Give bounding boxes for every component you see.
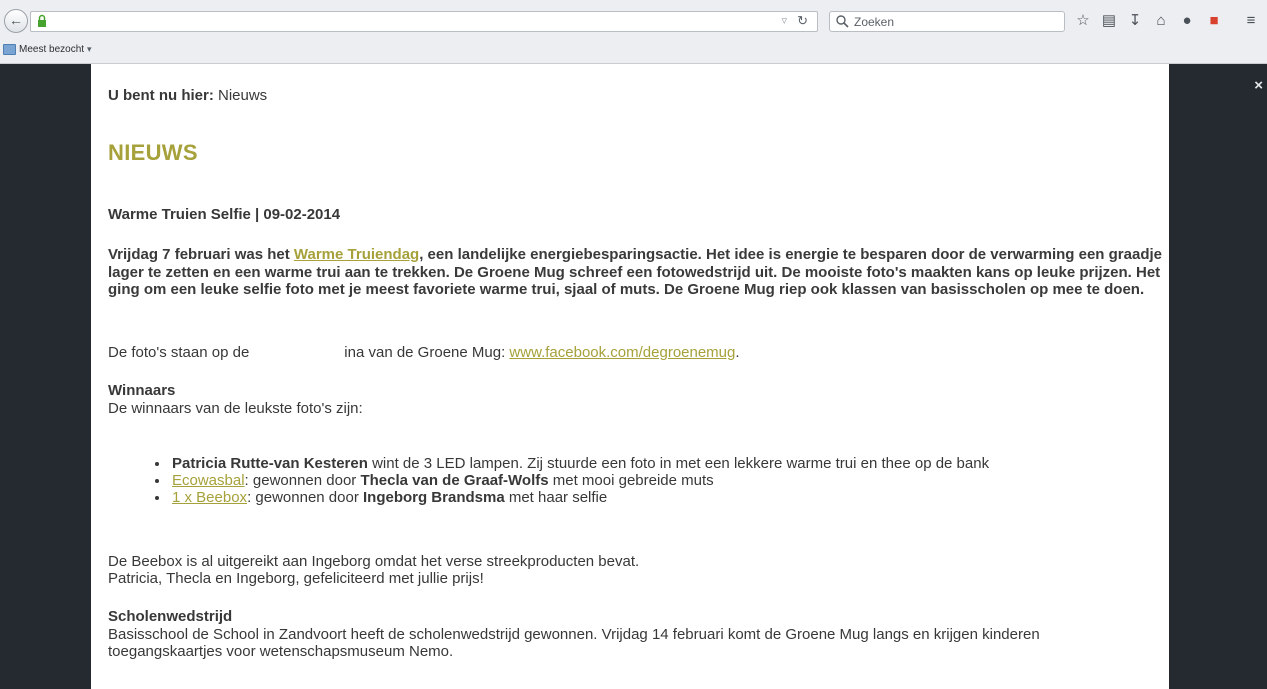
list-item: Ecowasbal: gewonnen door Thecla van de G… bbox=[154, 472, 989, 489]
url-dropdown-icon[interactable]: ▿ bbox=[781, 14, 787, 27]
winners-list: Patricia Rutte-van Kesteren wint de 3 LE… bbox=[154, 455, 989, 506]
home-icon[interactable]: ⌂ bbox=[1152, 12, 1170, 30]
lock-icon bbox=[38, 14, 46, 27]
search-icon bbox=[836, 15, 849, 28]
bookmark-star-icon[interactable]: ☆ bbox=[1074, 12, 1092, 30]
news-page: U bent nu hier: Nieuws NIEUWS Warme Trui… bbox=[91, 64, 1169, 689]
facebook-link[interactable]: www.facebook.com/degroenemug bbox=[509, 344, 735, 361]
winners-heading: Winnaars bbox=[108, 382, 176, 399]
breadcrumb-current: Nieuws bbox=[218, 87, 268, 104]
search-input[interactable]: Zoeken bbox=[829, 11, 1065, 32]
bookmarks-bar: Meest bezocht ▾ bbox=[0, 40, 1267, 62]
article-title: Warme Truien Selfie | 09-02-2014 bbox=[108, 206, 341, 223]
reading-list-icon[interactable]: ▤ bbox=[1100, 12, 1118, 30]
url-bar[interactable]: ▿ ↻ bbox=[30, 11, 818, 32]
congrats-line: Patricia, Thecla en Ingeborg, gefelicite… bbox=[108, 570, 484, 587]
back-icon[interactable]: ← bbox=[4, 9, 28, 33]
winner-name: Patricia Rutte-van Kesteren bbox=[172, 455, 368, 472]
list-item: Patricia Rutte-van Kesteren wint de 3 LE… bbox=[154, 455, 989, 472]
close-icon[interactable]: × bbox=[1254, 77, 1263, 94]
breadcrumb-prefix: U bent nu hier: bbox=[108, 87, 214, 104]
pocket-icon[interactable]: ■ bbox=[1205, 12, 1223, 30]
breadcrumb: U bent nu hier: Nieuws bbox=[108, 87, 267, 104]
beebox-paragraph: De Beebox is al uitgereikt aan Ingeborg … bbox=[108, 553, 639, 587]
winners-intro: De winnaars van de leukste foto's zijn: bbox=[108, 400, 363, 417]
beebox-line: De Beebox is al uitgereikt aan Ingeborg … bbox=[108, 553, 640, 570]
winner-name: Thecla van de Graaf-Wolfs bbox=[360, 472, 549, 489]
article-intro: Vrijdag 7 februari was het Warme Truiend… bbox=[108, 246, 1162, 298]
facebook-line: De foto's staan op de ina van de Groene M… bbox=[108, 344, 740, 361]
page-title: NIEUWS bbox=[108, 140, 198, 165]
school-heading: Scholenwedstrijd bbox=[108, 608, 233, 625]
menu-icon[interactable]: ≡ bbox=[1242, 12, 1260, 30]
ecowasbal-link[interactable]: Ecowasbal bbox=[172, 472, 245, 489]
beebox-link[interactable]: 1 x Beebox bbox=[172, 489, 247, 506]
download-icon[interactable]: ↧ bbox=[1126, 12, 1144, 30]
winner-name: Ingeborg Brandsma bbox=[362, 489, 505, 506]
browser-toolbar: ← ▿ ↻ Zoeken ☆ ▤ ↧ ⌂ ● ■ ≡ Meest bezocht… bbox=[0, 0, 1267, 64]
reload-icon[interactable]: ↻ bbox=[797, 13, 808, 29]
search-placeholder: Zoeken bbox=[854, 15, 895, 29]
list-item: 1 x Beebox: gewonnen door Ingeborg Brand… bbox=[154, 489, 989, 506]
school-text: Basisschool de School in Zandvoort heeft… bbox=[108, 626, 1040, 660]
folder-icon bbox=[3, 44, 16, 55]
warme-truiendag-link[interactable]: Warme Truiendag bbox=[294, 246, 419, 263]
chevron-down-icon: ▾ bbox=[87, 44, 92, 54]
chat-icon[interactable]: ● bbox=[1178, 12, 1196, 30]
bookmark-folder-most-visited[interactable]: Meest bezocht ▾ bbox=[19, 44, 92, 55]
